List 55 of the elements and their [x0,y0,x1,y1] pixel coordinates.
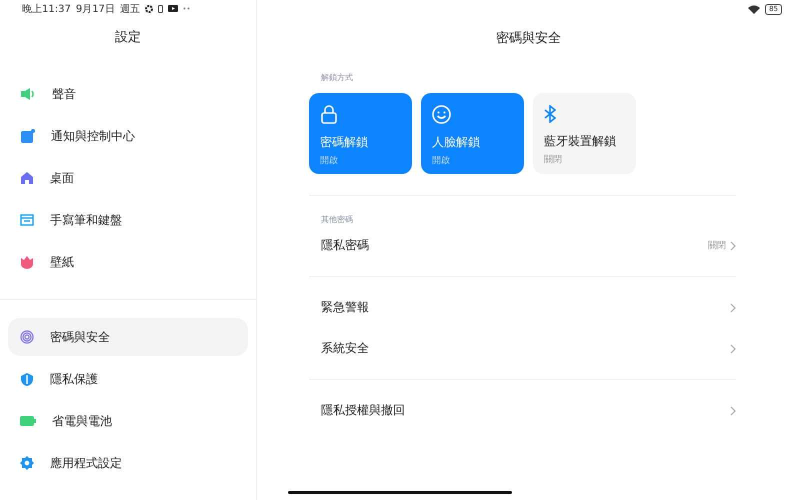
sidebar-item[interactable]: 應用程式設定 [8,444,248,482]
settings-row[interactable]: 隱私授權與撤回 [309,390,736,431]
card-label: 密碼解鎖 [320,134,369,151]
settings-row[interactable]: 系統安全 [309,328,736,369]
sidebar-item[interactable]: 手寫筆和鍵盤 [8,201,248,240]
settings-row[interactable]: 隱私密碼 關閉 [309,225,736,266]
keyboard-icon [20,214,34,226]
chevron-icon [730,406,736,416]
sidebar-item[interactable]: 通知與控制中心 [8,117,248,156]
lock-icon [320,105,338,124]
card-status: 關閉 [544,154,563,166]
row-label: 系統安全 [321,340,370,357]
row-label: 緊急警報 [321,299,370,316]
wifi-icon [748,4,760,14]
status-weekday: 週五 [120,2,140,16]
video-icon [168,5,178,12]
section-heading: 解鎖方式 [320,72,354,84]
card-label: 藍牙裝置解鎖 [544,133,617,150]
sidebar-item[interactable]: 壁紙 [8,243,248,282]
battery-icon [20,416,36,426]
sidebar-item[interactable]: 桌面 [8,159,248,198]
bluetooth-icon [544,105,556,123]
page-title: 密碼與安全 [495,30,562,48]
row-value: 關閉 [708,240,726,252]
unlock-card[interactable]: 人臉解鎖 開啟 [421,93,524,174]
tulip-icon [20,255,34,270]
chevron-icon [730,240,736,250]
sidebar-item[interactable]: 密碼與安全 [8,318,248,356]
card-status: 開啟 [320,154,339,167]
settings-row[interactable]: 緊急警報 [309,287,736,328]
status-date: 9月17日 [76,2,115,16]
more-dots-icon [182,7,190,10]
sidebar-item[interactable]: 聲音 [8,75,248,114]
sidebar-item[interactable]: 隱私保護 [8,360,248,398]
phone-icon [158,4,163,13]
unlock-card[interactable]: 密碼解鎖 開啟 [309,93,412,174]
sidebar-title: 設定 [114,29,142,48]
card-label: 人臉解鎖 [432,134,481,151]
card-status: 開啟 [432,154,451,167]
fingerprint-icon [20,330,34,344]
section-heading: 其他密碼 [320,214,354,225]
notification-icon [20,128,35,144]
sidebar-item[interactable]: 省電與電池 [8,402,248,440]
home-icon [20,171,34,186]
row-label: 隱私密碼 [321,237,370,254]
chevron-icon [730,344,736,354]
chevron-icon [730,302,736,312]
unlock-card[interactable]: 藍牙裝置解鎖 關閉 [533,93,636,174]
gear-icon [144,4,153,13]
row-label: 隱私授權與撤回 [321,402,406,419]
status-time: 晚上11:37 [22,2,71,16]
shield-icon [20,372,34,386]
smiley-icon [432,105,451,124]
speaker-icon [20,87,36,102]
settings-icon [20,456,34,470]
